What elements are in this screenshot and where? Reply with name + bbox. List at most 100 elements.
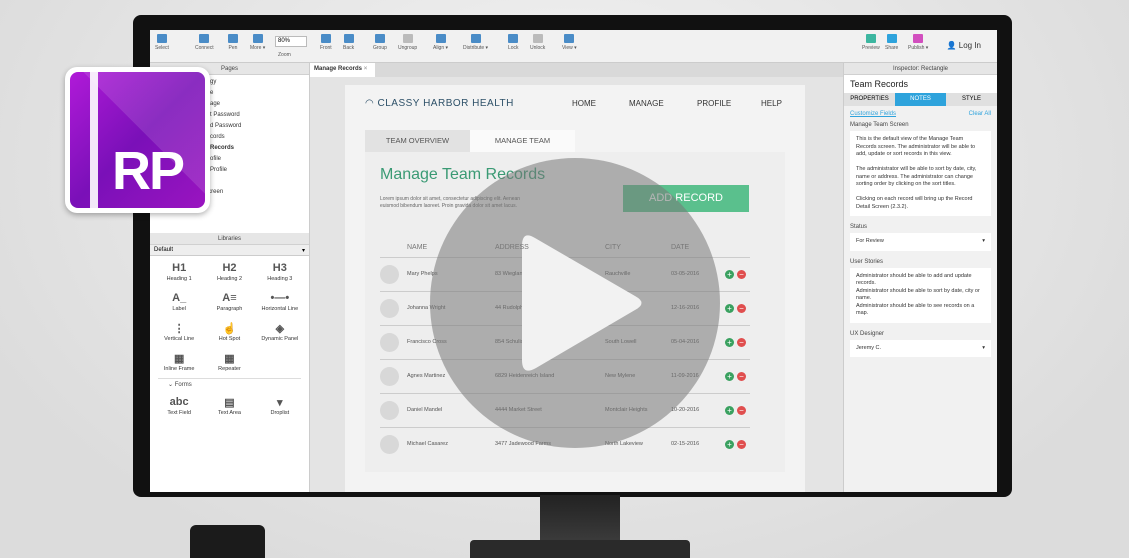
column-name[interactable]: NAME xyxy=(407,244,427,251)
page-label: Profile xyxy=(210,167,228,173)
page-item[interactable]: age xyxy=(210,99,309,110)
avatar xyxy=(380,367,399,386)
library-select[interactable]: Default ▾ xyxy=(150,245,309,256)
forms-section[interactable]: ⌄ Forms xyxy=(158,378,301,390)
play-video-button[interactable] xyxy=(430,158,720,448)
page-label: t Password xyxy=(210,112,240,118)
nav-manage[interactable]: MANAGE xyxy=(629,99,664,108)
nav-profile[interactable]: PROFILE xyxy=(697,99,731,108)
widget-text-area[interactable]: ▤ Text Area xyxy=(204,396,254,416)
toolbar-ungroup-button[interactable]: Ungroup xyxy=(398,34,417,51)
column-address[interactable]: ADDRESS xyxy=(495,244,529,251)
widget-text-field[interactable]: abc Text Field xyxy=(154,396,204,416)
toolbar-pen-button[interactable]: Pen xyxy=(228,34,238,51)
page-item[interactable]: Records xyxy=(210,143,309,154)
page-item[interactable]: d Password xyxy=(210,121,309,132)
tab-style[interactable]: STYLE xyxy=(946,93,997,106)
share-button[interactable]: Share xyxy=(885,34,898,51)
toolbar-label: Select xyxy=(155,45,169,51)
toolbar-front-button[interactable]: Front xyxy=(320,34,332,51)
toolbar-icon xyxy=(402,34,413,43)
toolbar-unlock-button[interactable]: Unlock xyxy=(530,34,545,51)
toolbar-icon xyxy=(470,34,481,43)
nav-home[interactable]: HOME xyxy=(572,99,596,108)
remove-icon[interactable]: − xyxy=(737,338,746,347)
toolbar-label: Back xyxy=(343,45,355,51)
toolbar-group-button[interactable]: Group xyxy=(373,34,387,51)
remove-icon[interactable]: − xyxy=(737,270,746,279)
preview-button[interactable]: Preview xyxy=(862,34,880,51)
widget-icon: A_ xyxy=(172,292,187,304)
add-icon[interactable]: + xyxy=(725,440,734,449)
widget-hot-spot[interactable]: ☝ Hot Spot xyxy=(204,322,254,342)
close-icon[interactable]: × xyxy=(364,66,368,72)
widget-heading-3[interactable]: H3 Heading 3 xyxy=(255,262,305,282)
user-stories-field[interactable]: Administrator should be able to add and … xyxy=(850,267,991,323)
toolbar-icon xyxy=(532,34,543,43)
widget-repeater[interactable]: ▦ Repeater xyxy=(204,352,254,372)
tab-team-overview[interactable]: TEAM OVERVIEW xyxy=(365,130,470,152)
form-widgets: abc Text Field ▤ Text Area ▾ Droplist xyxy=(150,390,309,422)
page-item[interactable]: e xyxy=(210,88,309,99)
toolbar-more-button[interactable]: More ▾ xyxy=(250,34,265,51)
tab-manage-records[interactable]: Manage Records × xyxy=(310,63,375,77)
page-item[interactable]: gy xyxy=(210,77,309,88)
widget-icon: •—• xyxy=(270,292,290,304)
clear-all-link[interactable]: Clear All xyxy=(969,111,991,117)
add-icon[interactable]: + xyxy=(725,338,734,347)
login-button[interactable]: 👤 Log In xyxy=(947,41,981,50)
widget-vertical-line[interactable]: ⋮ Vertical Line xyxy=(154,322,204,342)
add-icon[interactable]: + xyxy=(725,372,734,381)
widget-icon: ⋮ xyxy=(173,323,185,335)
add-icon[interactable]: + xyxy=(725,304,734,313)
widget-label: Hot Spot xyxy=(218,336,241,342)
remove-icon[interactable]: − xyxy=(737,406,746,415)
notes-field[interactable]: This is the default view of the Manage T… xyxy=(850,131,991,216)
toolbar-select-button[interactable]: Select xyxy=(155,34,169,51)
page-item[interactable]: cords xyxy=(210,132,309,143)
page-item[interactable]: t Password xyxy=(210,110,309,121)
toolbar-lock-button[interactable]: Lock xyxy=(508,34,519,51)
customize-fields-link[interactable]: Customize Fields xyxy=(850,111,896,117)
widget-paragraph[interactable]: A≡ Paragraph xyxy=(204,292,254,312)
toolbar-icon xyxy=(374,34,385,43)
toolbar-distribute-button[interactable]: Distribute ▾ xyxy=(463,34,488,51)
avatar xyxy=(380,401,399,420)
tab-properties[interactable]: PROPERTIES xyxy=(844,93,895,106)
widget-horizontal-line[interactable]: •—• Horizontal Line xyxy=(255,292,305,312)
remove-icon[interactable]: − xyxy=(737,304,746,313)
toolbar-icon xyxy=(508,34,519,43)
remove-icon[interactable]: − xyxy=(737,372,746,381)
libraries-title: Libraries xyxy=(217,236,241,242)
zoom-select[interactable]: 80% xyxy=(275,36,307,47)
column-city[interactable]: CITY xyxy=(605,244,621,251)
widget-icon: ▦ xyxy=(173,353,185,365)
tab-notes[interactable]: NOTES xyxy=(895,93,946,106)
tab-manage-team[interactable]: MANAGE TEAM xyxy=(470,130,575,152)
remove-icon[interactable]: − xyxy=(737,440,746,449)
toolbar-align-button[interactable]: Align ▾ xyxy=(433,34,448,51)
widget-droplist[interactable]: ▾ Droplist xyxy=(255,396,305,416)
share-icon xyxy=(886,34,897,43)
page-item[interactable]: Profile xyxy=(210,165,309,176)
publish-button[interactable]: Publish ▾ xyxy=(908,34,928,51)
add-icon[interactable]: + xyxy=(725,406,734,415)
widget-label[interactable]: A_ Label xyxy=(154,292,204,312)
widget-heading-1[interactable]: H1 Heading 1 xyxy=(154,262,204,282)
preview-icon xyxy=(865,34,876,43)
note-paragraph: Clicking on each record will bring up th… xyxy=(856,196,973,210)
widget-name-field[interactable]: Team Records xyxy=(844,75,997,93)
toolbar-back-button[interactable]: Back xyxy=(343,34,354,51)
column-date[interactable]: DATE xyxy=(671,244,689,251)
widget-icon: ◈ xyxy=(275,323,285,335)
widget-inline-frame[interactable]: ▦ Inline Frame xyxy=(154,352,204,372)
widget-heading-2[interactable]: H2 Heading 2 xyxy=(204,262,254,282)
page-item[interactable]: ofile xyxy=(210,154,309,165)
status-select[interactable]: For Review ▾ xyxy=(850,233,991,251)
ux-designer-select[interactable]: Jeremy C. ▾ xyxy=(850,339,991,357)
add-icon[interactable]: + xyxy=(725,270,734,279)
widget-dynamic-panel[interactable]: ◈ Dynamic Panel xyxy=(255,322,305,342)
toolbar-connect-button[interactable]: Connect xyxy=(195,34,214,51)
toolbar-view-button[interactable]: View ▾ xyxy=(562,34,577,51)
nav-help[interactable]: HELP xyxy=(761,99,782,108)
